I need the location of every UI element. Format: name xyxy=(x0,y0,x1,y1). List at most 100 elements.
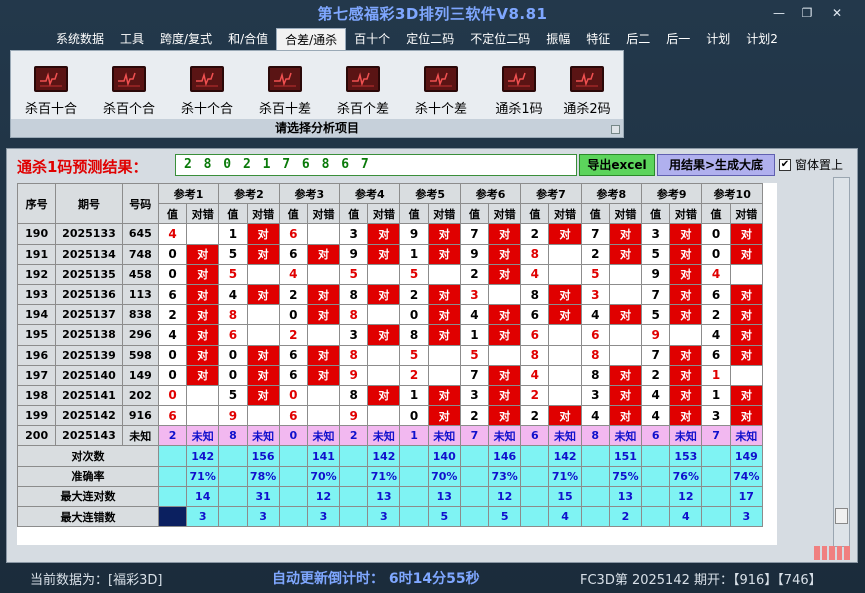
cell-miss xyxy=(367,405,401,427)
forecast-status: 未知 xyxy=(488,425,522,447)
export-excel-button[interactable]: 导出excel xyxy=(579,154,655,176)
menu-item[interactable]: 振幅 xyxy=(538,28,578,50)
row-seq: 194 xyxy=(17,304,57,326)
stay-on-top-checkbox[interactable]: ✔ 窗体置上 xyxy=(779,156,843,173)
window-title: 第七感福彩3D排列三软件V8.81 xyxy=(317,5,548,23)
cell-hit: 对 xyxy=(669,405,703,427)
col-header-number: 号码 xyxy=(121,183,159,225)
cell-hit: 对 xyxy=(548,304,582,326)
ribbon-button[interactable]: 杀百十合 xyxy=(15,66,87,126)
menu-item[interactable]: 和/合值 xyxy=(220,28,276,50)
restore-button[interactable]: ❐ xyxy=(796,4,818,22)
cell-value: 9 xyxy=(641,324,671,346)
menu-item[interactable]: 合差/通杀 xyxy=(276,28,347,50)
forecast-status: 未知 xyxy=(306,425,341,447)
cell-hit: 对 xyxy=(367,243,401,265)
table-row[interactable]: 194 2025137 838 2 对 8 0 对 8 0 对 4 对 6 对 4 对 5 对 2 对 xyxy=(17,304,764,326)
cell-hit: 对 xyxy=(306,364,341,386)
ribbon-button[interactable]: 杀十个差 xyxy=(405,66,477,126)
generate-large-base-button[interactable]: 用结果>生成大底 xyxy=(657,154,775,176)
cell-hit: 对 xyxy=(186,344,220,366)
cell-miss xyxy=(427,263,461,285)
resize-grip-icon[interactable] xyxy=(814,546,850,560)
table-row[interactable]: 193 2025136 113 6 对 4 对 2 对 8 对 2 对 3 8 对 3 7 对 6 对 xyxy=(17,283,764,306)
stat-spacer xyxy=(520,485,550,508)
scrollbar-thumb[interactable] xyxy=(835,508,848,524)
menu-item[interactable]: 计划 xyxy=(698,28,738,50)
cell-miss xyxy=(608,344,643,366)
ribbon-button[interactable]: 杀百个合 xyxy=(93,66,165,126)
cell-miss xyxy=(548,243,582,265)
menu-item[interactable]: 计划2 xyxy=(738,28,786,50)
stat-value: 71% xyxy=(548,465,582,487)
cell-hit: 对 xyxy=(488,384,522,407)
row-seq: 191 xyxy=(17,243,57,265)
result-table: 序号 期号 号码 参考1 参考2 参考3 参考4 参考5 参考6 参考7 参考8 参考9 参考10 值对错… xyxy=(17,183,764,528)
cell-hit: 对 xyxy=(729,243,764,265)
stat-spacer xyxy=(701,485,731,508)
checkbox-check-icon[interactable]: ✔ xyxy=(779,158,791,171)
table-row[interactable]: 199 2025142 916 6 9 6 9 0 对 2 对 2 对 4 对 4 对 3 对 xyxy=(17,405,764,427)
ribbon-expand-icon[interactable] xyxy=(611,125,620,134)
menu-item[interactable]: 后一 xyxy=(658,28,698,50)
menu-item[interactable]: 后二 xyxy=(618,28,658,50)
minimize-button[interactable]: — xyxy=(768,4,790,22)
stat-value: 142 xyxy=(548,445,582,467)
forecast-status: 未知 xyxy=(186,425,220,447)
ribbon-button[interactable]: 杀百十差 xyxy=(249,66,321,126)
forecast-status: 未知 xyxy=(548,425,582,447)
table-row[interactable]: 196 2025139 598 0 对 0 对 6 对 8 5 5 8 8 7 对 6 对 xyxy=(17,344,764,366)
table-row[interactable]: 197 2025140 149 0 对 0 对 6 对 9 2 7 对 4 8 对 2 对 1 xyxy=(17,364,764,386)
cell-value: 4 xyxy=(641,405,671,427)
col-header-ref: 参考8 xyxy=(580,183,643,205)
menu-item[interactable]: 跨度/复式 xyxy=(152,28,220,50)
menu-item[interactable]: 不定位二码 xyxy=(462,28,538,50)
heartbeat-chart-icon xyxy=(112,66,146,92)
ribbon-button[interactable]: 杀十个合 xyxy=(171,66,243,126)
vertical-scrollbar[interactable] xyxy=(833,177,850,547)
prediction-field[interactable]: 2 8 0 2 1 7 6 8 6 7 xyxy=(175,154,577,176)
cell-value: 2 xyxy=(520,405,550,427)
stat-value: 73% xyxy=(488,465,522,487)
cell-hit: 对 xyxy=(186,243,220,265)
menu-item[interactable]: 工具 xyxy=(112,28,152,50)
menu-item[interactable]: 定位二码 xyxy=(398,28,462,50)
table-row[interactable]: 195 2025138 296 4 对 6 2 3 对 8 对 1 对 6 6 9 4 对 xyxy=(17,324,764,346)
table-row[interactable]: 191 2025134 748 0 对 5 对 6 对 9 对 1 对 9 对 8 2 对 5 对 0 对 xyxy=(17,243,764,265)
cell-hit: 对 xyxy=(488,243,522,265)
menu-item[interactable]: 百十个 xyxy=(346,28,398,50)
cell-value: 6 xyxy=(278,405,308,427)
cell-value: 8 xyxy=(520,344,550,366)
cell-value: 7 xyxy=(641,344,671,366)
table-row[interactable]: 198 2025141 202 0 5 对 0 8 对 1 对 3 对 2 3 对 4 对 1 对 xyxy=(17,384,764,407)
cell-hit: 对 xyxy=(186,304,220,326)
ribbon-button[interactable]: 通杀2码 xyxy=(551,66,623,126)
forecast-row[interactable]: 200 2025143 未知 2 未知 8 未知 0 未知 2 未知 1 未知 7 未知 6 未知 8 未知 6 未知 7… xyxy=(17,425,764,447)
cell-value: 6 xyxy=(278,223,308,245)
close-button[interactable]: ✕ xyxy=(826,4,848,22)
stat-spacer xyxy=(580,445,610,467)
menu-item[interactable]: 系统数据 xyxy=(48,28,112,50)
menu-item[interactable]: 特征 xyxy=(578,28,618,50)
stat-spacer xyxy=(459,465,490,487)
cell-miss xyxy=(246,324,280,346)
ribbon-button[interactable]: 杀百个差 xyxy=(327,66,399,126)
table-row[interactable]: 192 2025135 458 0 对 5 4 5 5 2 对 4 5 9 对 4 xyxy=(17,263,764,285)
cell-hit: 对 xyxy=(427,384,461,407)
cell-hit: 对 xyxy=(427,223,461,245)
cell-value: 2 xyxy=(520,223,550,245)
cell-miss xyxy=(488,283,522,306)
col-header-result: 对错 xyxy=(608,203,643,225)
cell-hit: 对 xyxy=(729,283,764,306)
cell-hit: 对 xyxy=(427,283,461,306)
row-number: 149 xyxy=(121,364,159,386)
cell-hit: 对 xyxy=(186,324,220,346)
cell-value: 1 xyxy=(701,384,731,407)
table-row[interactable]: 190 2025133 645 4 1 对 6 3 对 9 对 7 对 2 对 7 对 3 对 0 对 xyxy=(17,223,764,245)
heartbeat-chart-icon xyxy=(190,66,224,92)
stat-spacer xyxy=(399,445,429,467)
forecast-status: 未知 xyxy=(367,425,401,447)
col-header-period: 期号 xyxy=(55,183,123,225)
cell-hit: 对 xyxy=(246,384,280,407)
ribbon-button[interactable]: 通杀1码 xyxy=(483,66,555,126)
